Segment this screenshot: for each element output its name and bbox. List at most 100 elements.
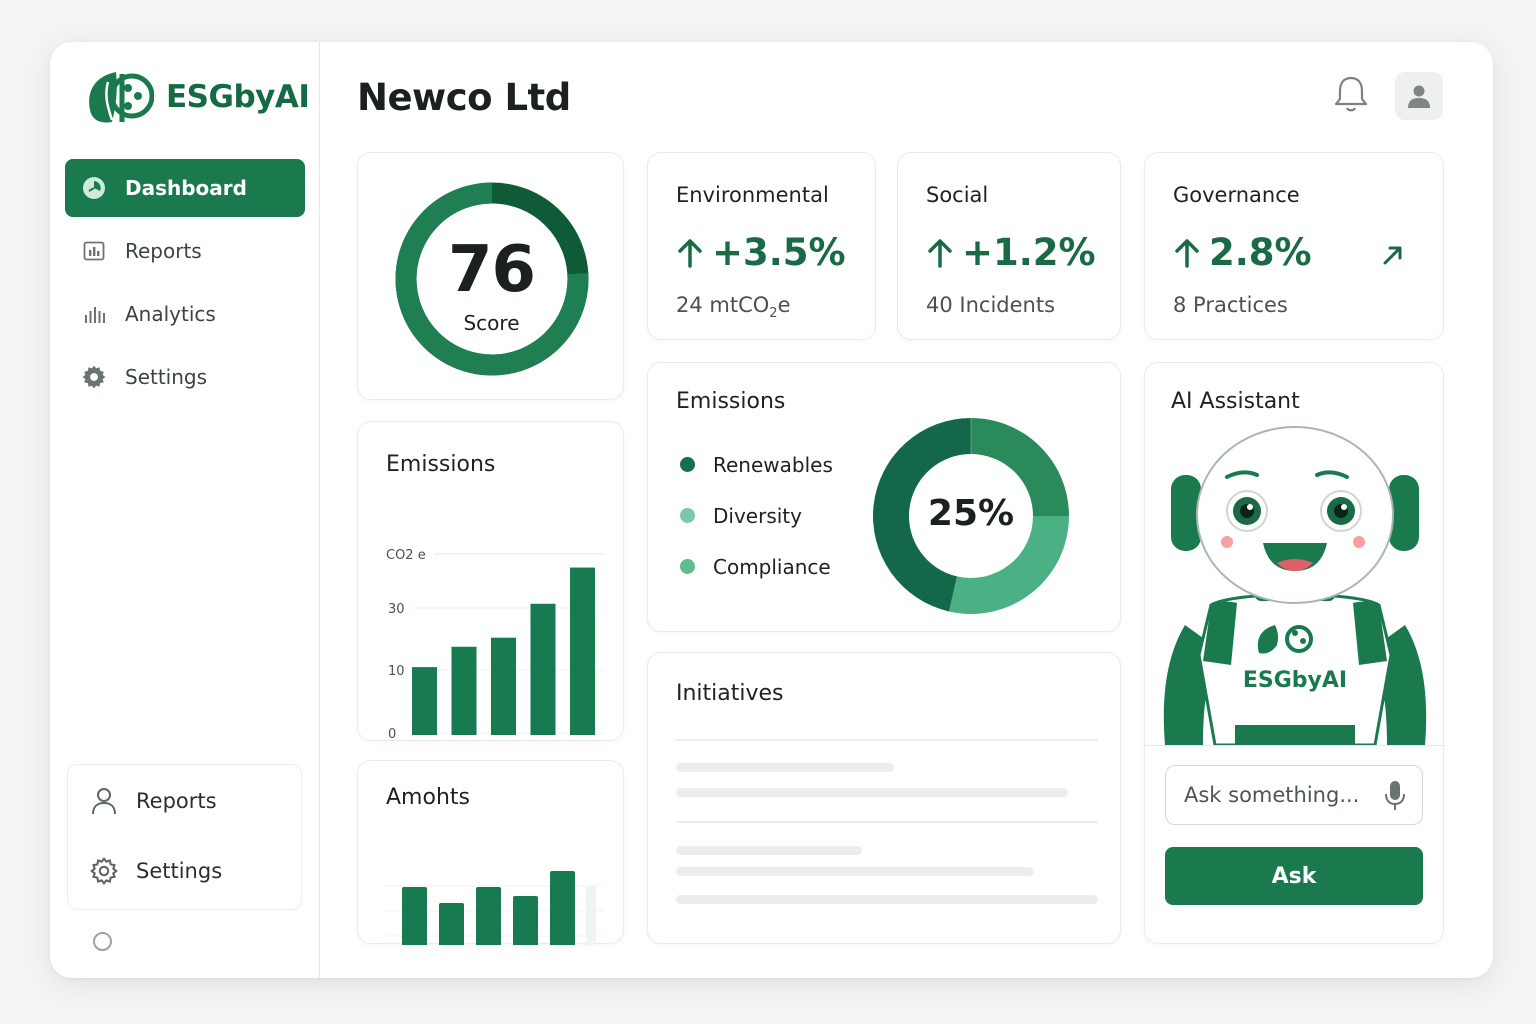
bar [550,871,575,945]
legend-item: Diversity [680,490,833,541]
score-card: 76 Score [357,152,624,400]
divider [676,739,1098,741]
sidebar: ESGbyAI Dashboard Reports Analytics Sett… [50,42,320,978]
bell-icon[interactable] [1332,74,1370,114]
emissions-bar-chart: CO2 e30100JanFebMarAprAug [386,548,604,742]
bar [402,887,427,945]
analytics-icon [81,301,107,327]
legend-label: Renewables [713,452,833,477]
card-title: Emissions [676,389,786,414]
sidebar-item-analytics[interactable]: Analytics [65,285,305,343]
legend-dot [680,508,695,523]
dashboard-icon [81,175,107,201]
page-title: Newco Ltd [357,76,571,119]
arrow-up-icon [1173,238,1201,268]
robot-mascot-icon: ESGbyAI [1163,426,1427,745]
metric-value: 2.8% [1173,231,1312,274]
donut-center-value: 25% [927,493,1015,534]
mascot-text: ESGbyAI [1243,668,1347,693]
bar [491,637,516,735]
arrow-up-icon [926,238,954,268]
faded-bar [586,887,596,945]
settings-icon [81,364,107,390]
emissions-donut-card: Emissions Renewables Diversity Complianc… [647,362,1121,632]
ask-input[interactable]: Ask something... [1165,765,1423,825]
metric-value-text: 2.8% [1209,231,1312,274]
sidebar-bottom-label: Settings [136,859,223,883]
skeleton-line [676,788,1068,797]
gear-icon [90,857,118,885]
skeleton-line [676,895,1098,904]
y-tick-label: 0 [388,727,396,742]
bar [439,903,464,945]
metric-title: Social [926,183,989,207]
sidebar-item-label: Dashboard [125,176,247,200]
brand-logo[interactable]: ESGbyAI [82,66,310,128]
emissions-bar-card: Emissions CO2 e30100JanFebMarAprAug [357,421,624,742]
legend-label: Compliance [713,554,831,579]
metric-sub-text: 24 mtCO [676,293,770,317]
bar [412,667,437,735]
bar [513,896,538,945]
metric-value-text: +3.5% [712,231,846,274]
sidebar-item-settings[interactable]: Settings [65,348,305,406]
sidebar-item-label: Analytics [125,302,216,326]
status-circle-icon[interactable] [93,932,112,951]
y-tick-label: 10 [388,664,405,679]
ask-input-placeholder: Ask something... [1184,783,1360,807]
sidebar-bottom-panel: Reports Settings [67,764,302,910]
metric-title: Environmental [676,183,829,207]
legend-dot [680,559,695,574]
donut-legend: Renewables Diversity Compliance [680,439,833,592]
social-card[interactable]: Social +1.2% 40 Incidents [897,152,1121,340]
divider [1145,745,1445,746]
metric-sub: 24 mtCO2e [676,293,790,321]
microphone-icon[interactable] [1384,780,1406,817]
skeleton-line [676,867,1034,876]
metric-sub-suffix: e [777,293,791,317]
divider [676,821,1098,823]
avatar[interactable] [1395,72,1443,120]
sidebar-item-dashboard[interactable]: Dashboard [65,159,305,217]
initiatives-card: Initiatives [647,652,1121,944]
metric-sub: 8 Practices [1173,293,1288,317]
user-avatar-icon [1408,85,1430,108]
sidebar-bottom-reports[interactable]: Reports [90,787,217,815]
reports-icon [81,238,107,264]
governance-card[interactable]: Governance 2.8% 8 Practices [1144,152,1444,340]
legend-item: Compliance [680,541,833,592]
environmental-card[interactable]: Environmental +3.5% 24 mtCO2e [647,152,876,340]
bar [451,646,477,735]
legend-label: Diversity [713,503,802,528]
app-window: ESGbyAI Dashboard Reports Analytics Sett… [50,42,1493,978]
legend-item: Renewables [680,439,833,490]
score-value: 76 [447,233,536,307]
ai-assistant-card: AI Assistant ESGbyAI Ask something... As… [1144,362,1445,944]
arrow-up-icon [676,238,704,268]
amounts-card: Amohts [357,760,624,945]
sidebar-item-label: Reports [125,239,202,263]
score-label: Score [463,311,520,335]
trend-arrow-icon [1381,243,1405,271]
bar [476,887,501,945]
metric-value-text: +1.2% [962,231,1096,274]
metric-value: +1.2% [926,231,1096,274]
sidebar-nav: Dashboard Reports Analytics Settings [65,159,305,411]
card-title: AI Assistant [1171,389,1300,414]
y-tick-label: 30 [388,602,405,617]
sidebar-bottom-settings[interactable]: Settings [90,857,222,885]
card-title: Initiatives [676,681,784,706]
metric-value: +3.5% [676,231,846,274]
skeleton-line [676,846,862,855]
user-icon [90,787,118,815]
skeleton-line [676,763,894,772]
metric-sub-subscript: 2 [769,306,778,322]
sidebar-bottom-label: Reports [136,789,217,813]
ask-button[interactable]: Ask [1165,847,1423,905]
amounts-bar-chart [386,871,604,945]
bar [570,567,595,735]
sidebar-item-reports[interactable]: Reports [65,222,305,280]
metric-sub: 40 Incidents [926,293,1056,317]
bar [530,603,556,735]
brand-name: ESGbyAI [166,79,310,115]
